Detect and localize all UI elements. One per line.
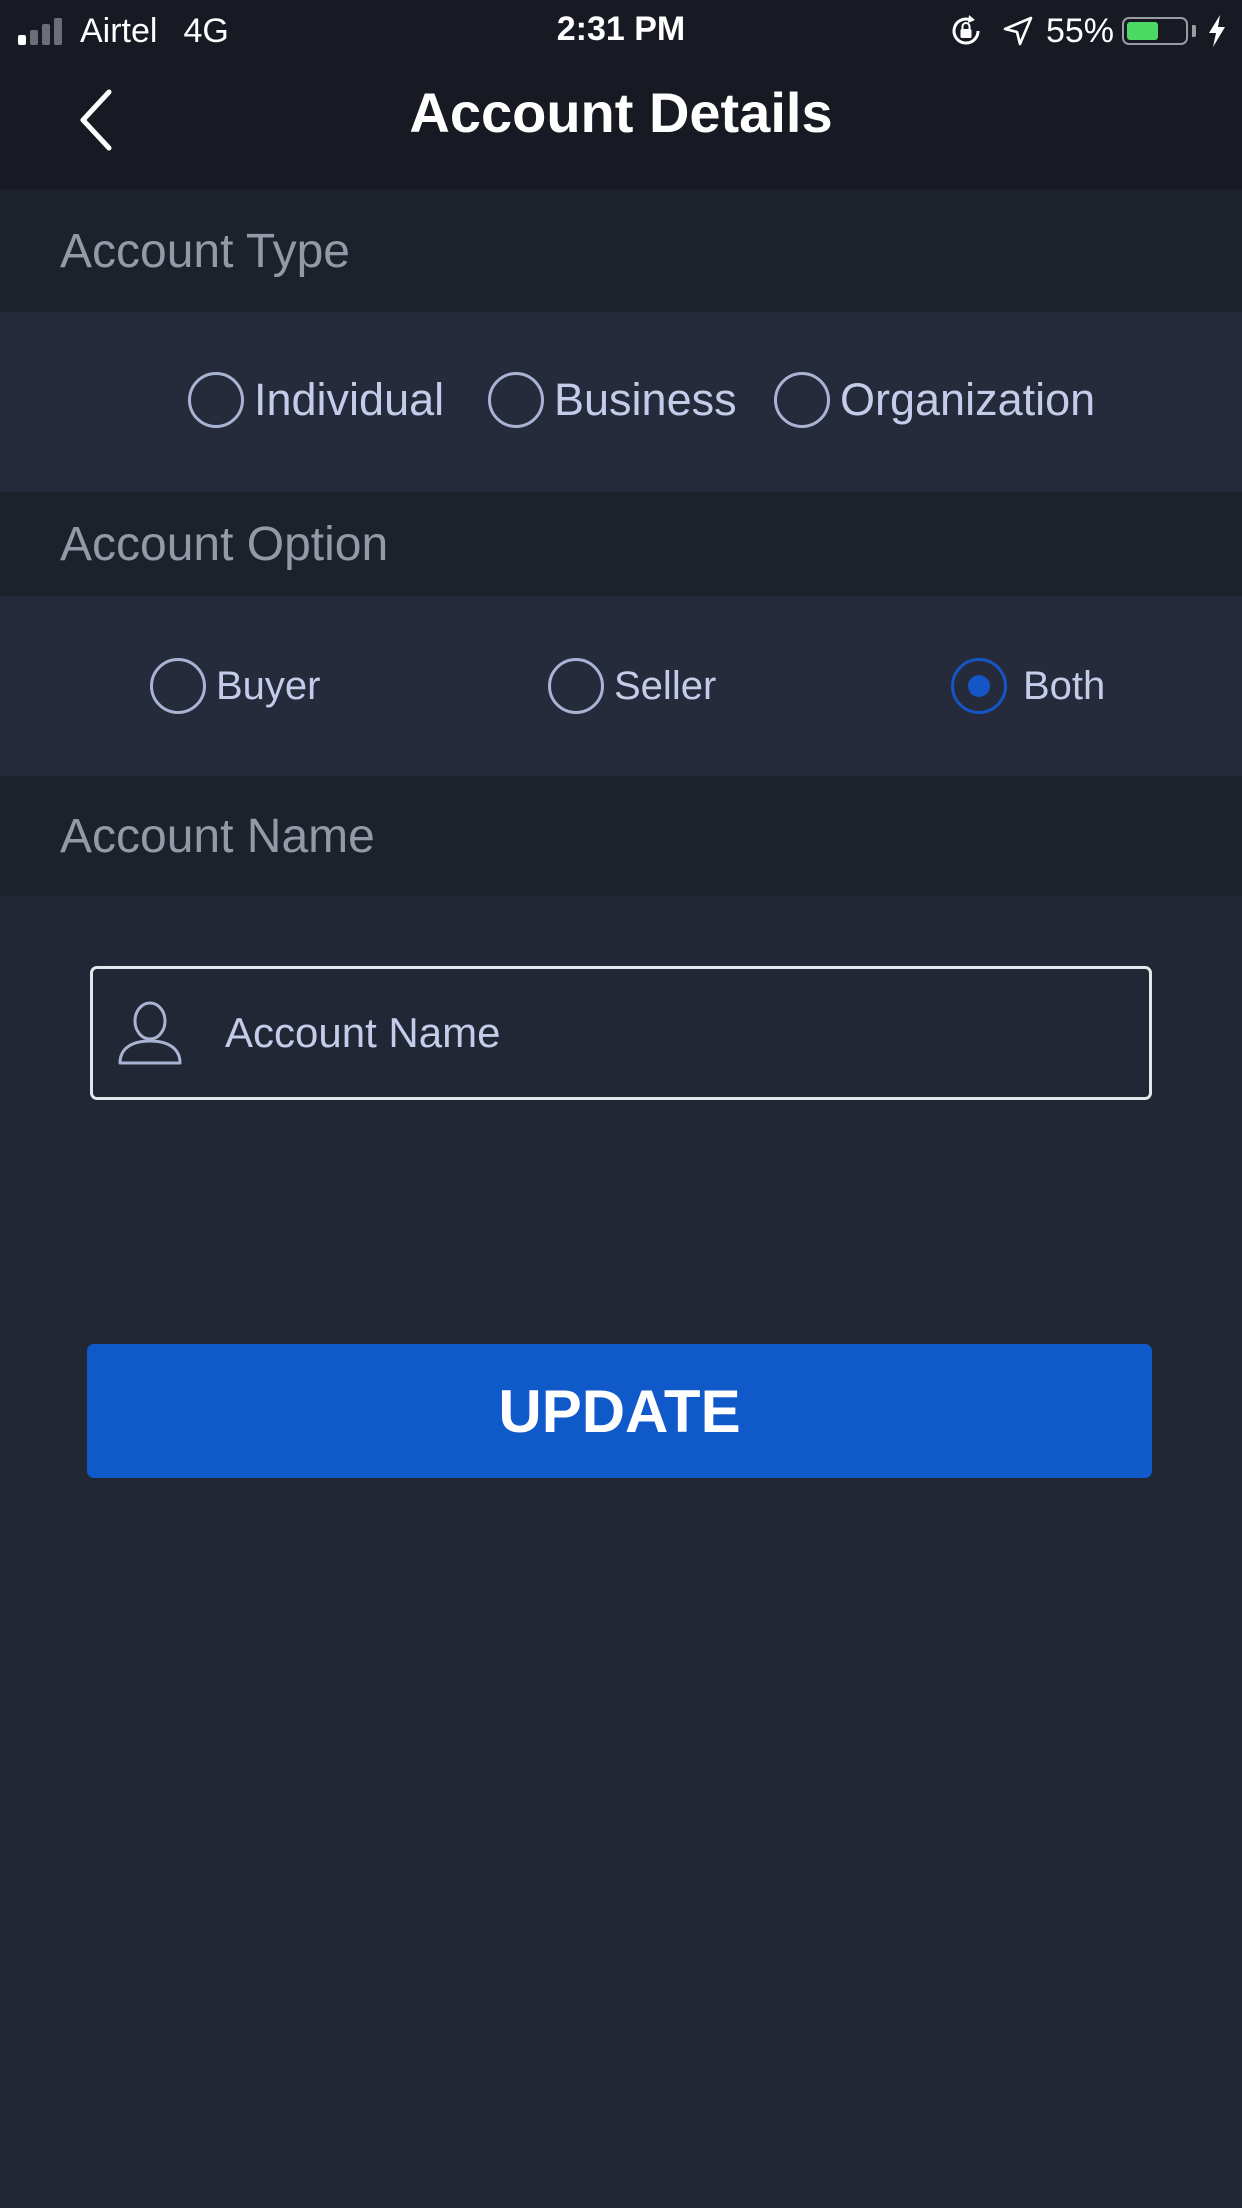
battery-icon [1122, 17, 1188, 45]
account-type-options: Individual Business Organization [0, 312, 1242, 492]
status-right: 55% [948, 8, 1228, 54]
radio-label-buyer: Buyer [216, 663, 321, 708]
radio-business[interactable]: Business [488, 372, 737, 428]
radio-organization[interactable]: Organization [774, 372, 1095, 428]
radio-circle-organization [774, 372, 830, 428]
navigation-bar: Account Details [0, 62, 1242, 190]
account-option-options: Buyer Seller Both [0, 596, 1242, 776]
radio-both[interactable]: Both [951, 658, 1105, 714]
radio-label-seller: Seller [614, 663, 717, 708]
account-name-field[interactable] [90, 966, 1152, 1100]
account-option-heading: Account Option [0, 492, 1242, 596]
radio-label-individual: Individual [254, 374, 445, 425]
account-option-heading-text: Account Option [60, 517, 389, 571]
radio-circle-individual [188, 372, 244, 428]
radio-label-business: Business [554, 374, 737, 425]
update-button[interactable]: UPDATE [87, 1344, 1152, 1478]
location-arrow-icon [1002, 15, 1034, 47]
radio-circle-both [951, 658, 1007, 714]
account-type-heading: Account Type [0, 190, 1242, 312]
radio-label-both: Both [1023, 663, 1106, 708]
page-title: Account Details [409, 81, 833, 144]
radio-selected-dot [968, 675, 990, 697]
charging-bolt-icon [1206, 14, 1228, 48]
battery-percentage: 55% [1045, 11, 1114, 50]
radio-seller[interactable]: Seller [548, 658, 716, 714]
account-name-heading: Account Name [0, 776, 1242, 896]
radio-label-organization: Organization [840, 374, 1096, 425]
user-icon [115, 998, 185, 1068]
battery-level-fill [1127, 22, 1158, 40]
account-type-heading-text: Account Type [60, 224, 350, 278]
status-bar: Airtel 4G 2:31 PM 55% [0, 0, 1242, 62]
radio-individual[interactable]: Individual [188, 372, 444, 428]
radio-circle-seller [548, 658, 604, 714]
battery-tip [1192, 25, 1196, 37]
rotation-lock-icon [948, 13, 984, 49]
account-name-input[interactable] [223, 992, 1149, 1074]
radio-circle-buyer [150, 658, 206, 714]
account-name-heading-text: Account Name [60, 809, 375, 863]
radio-circle-business [488, 372, 544, 428]
radio-buyer[interactable]: Buyer [150, 658, 321, 714]
